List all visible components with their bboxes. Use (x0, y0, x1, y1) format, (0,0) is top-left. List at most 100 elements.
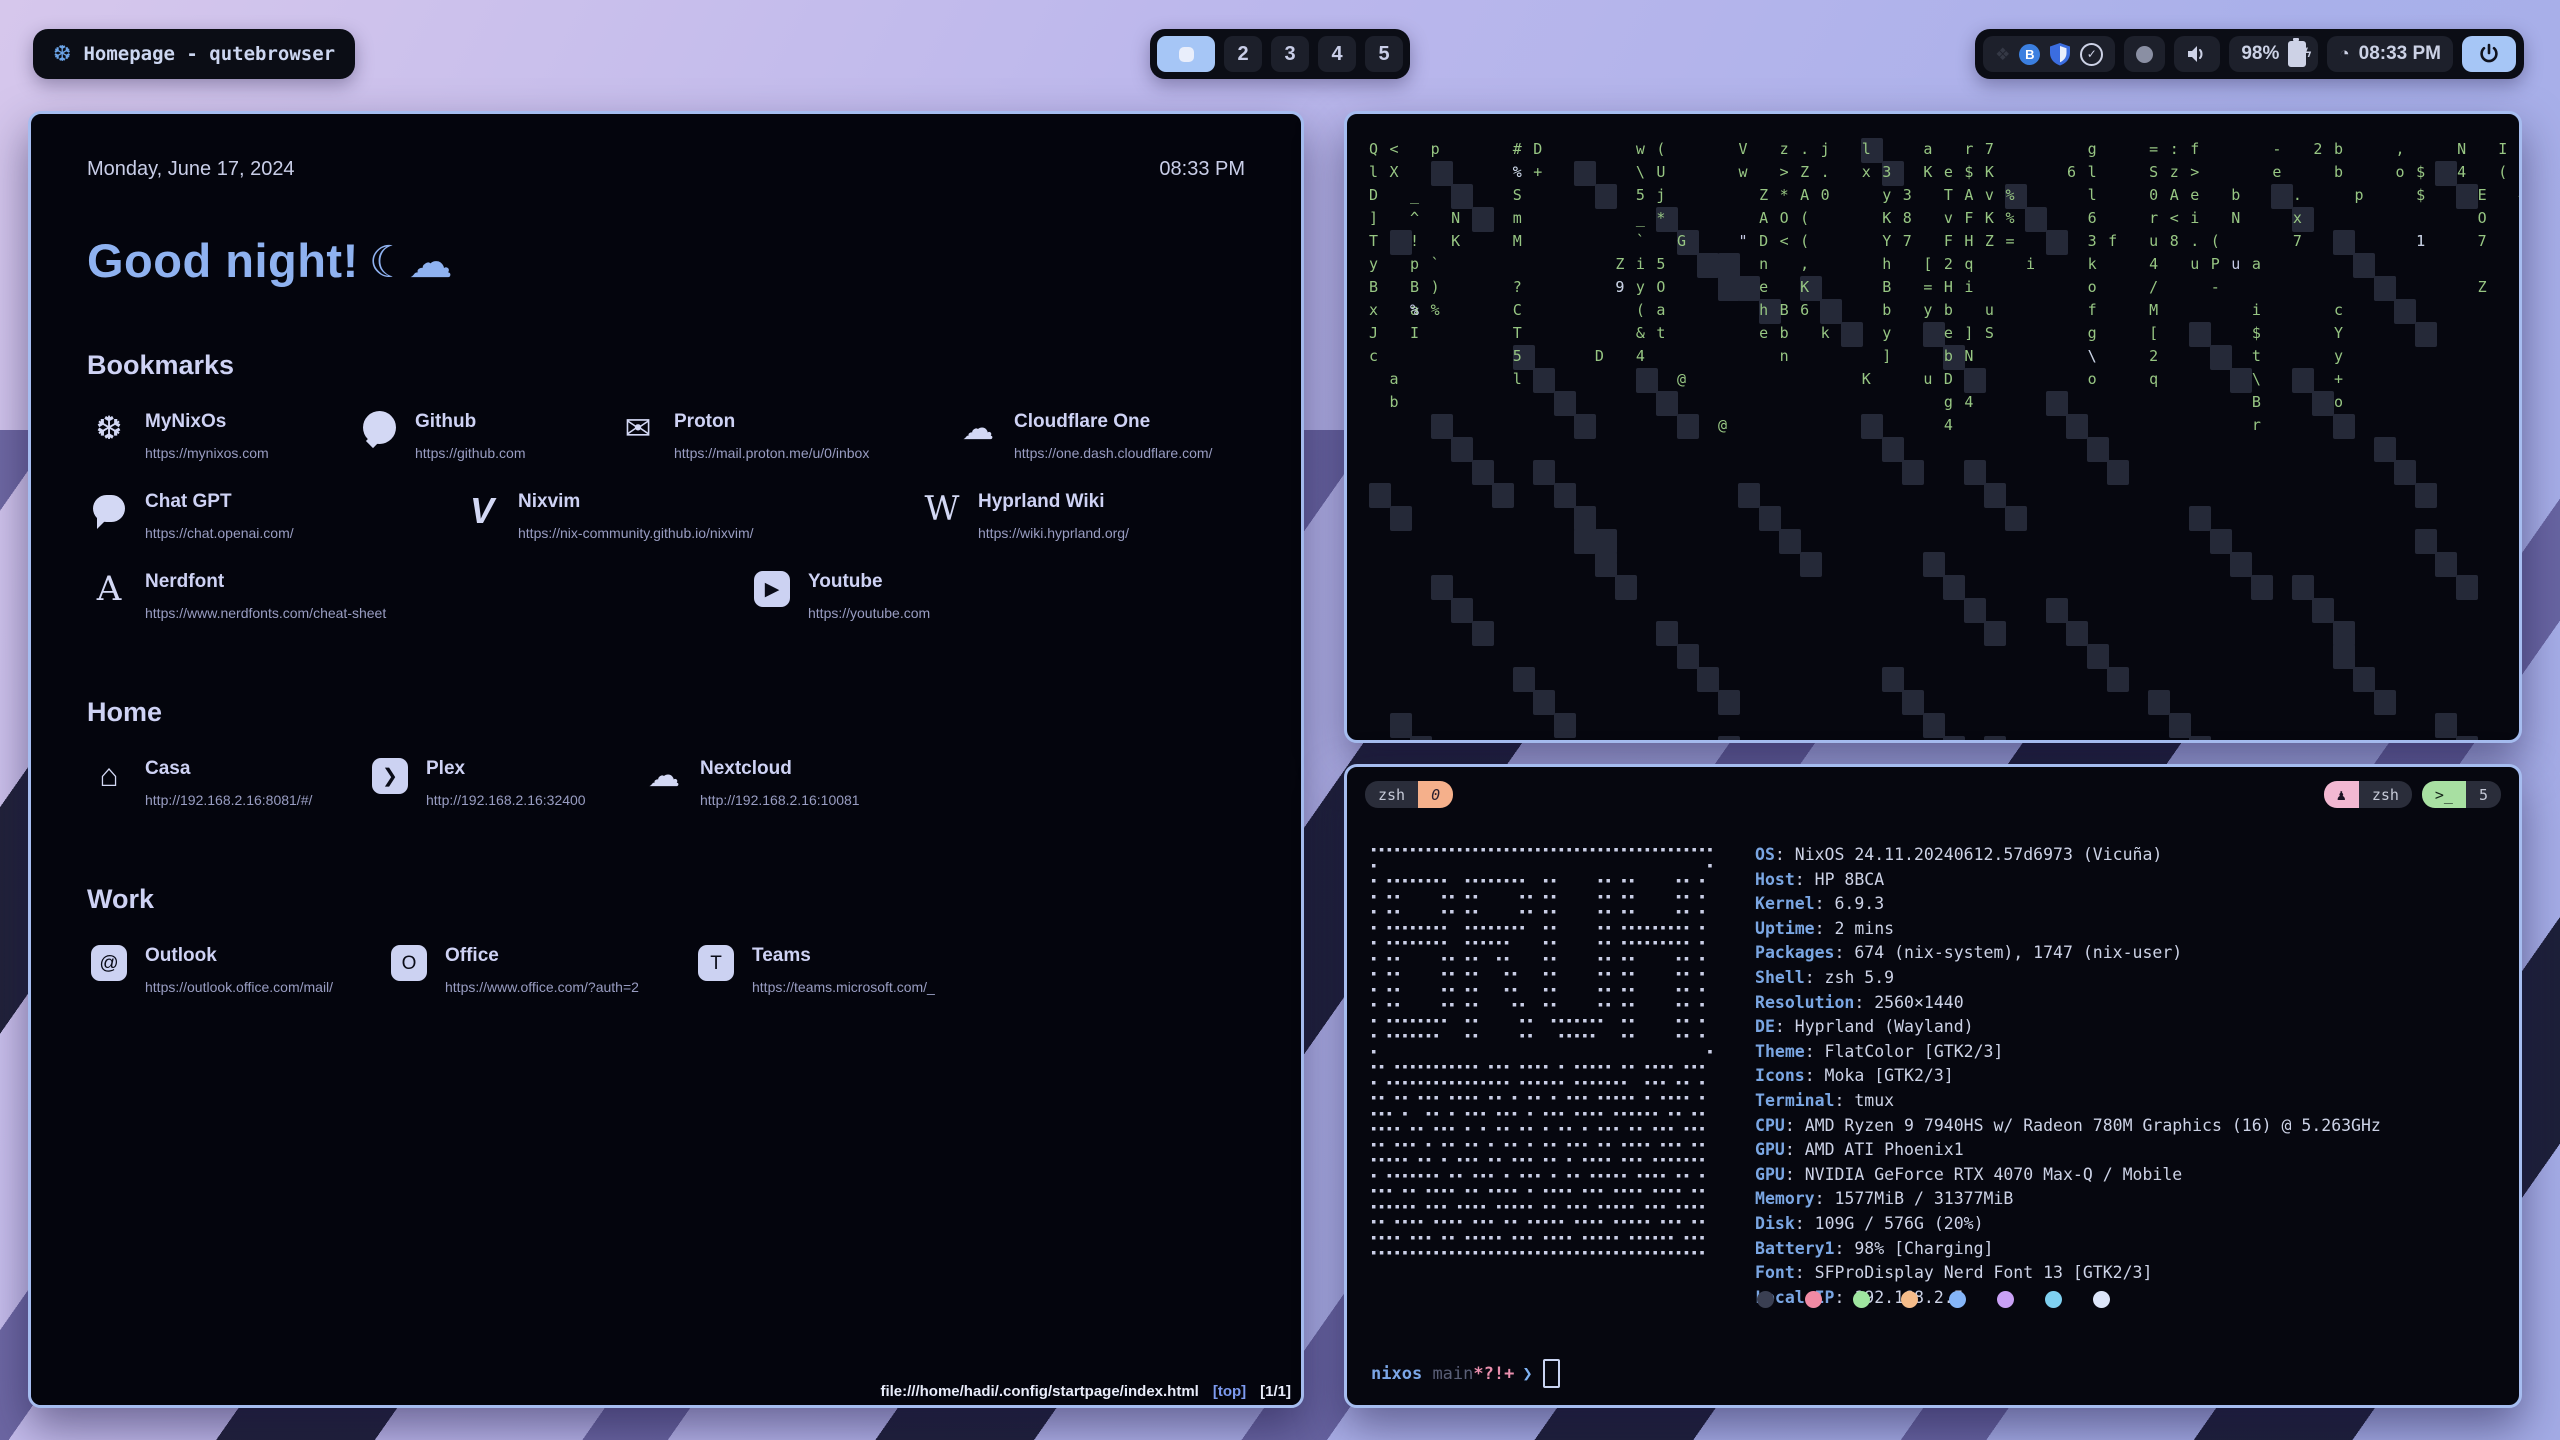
matrix-block (2169, 713, 2191, 738)
statusbar-mode: [top] (1213, 1383, 1246, 1400)
tmux-status-label: 5 (2466, 781, 2501, 808)
qutebrowser-statusbar: file:///home/hadi/.config/startpage/inde… (31, 1378, 1301, 1405)
bookmark-title: Outlook (145, 945, 333, 967)
clock-widget[interactable]: ◔ 08:33 PM (2327, 36, 2453, 72)
matrix-block (2374, 690, 2396, 715)
tmux-status-pill-zsh: ♟zsh (2324, 781, 2412, 808)
bookmark-title: Plex (426, 758, 586, 780)
bookmark-item[interactable]: VNixvimhttps://nix-community.github.io/n… (460, 491, 920, 541)
bluetooth-icon[interactable]: B (2019, 44, 2040, 65)
palette-dot (1997, 1291, 2014, 1308)
shell-prompt: nixos main*?!+ ❯ (1371, 1359, 1560, 1388)
bookmark-item[interactable]: Githubhttps://github.com (357, 411, 616, 461)
bookmark-url: http://192.168.2.16:8081/#/ (145, 792, 312, 808)
bookmark-item[interactable]: ✉Protonhttps://mail.proton.me/u/0/inbox (616, 411, 956, 461)
network-icon[interactable]: ❖ (1995, 46, 2010, 63)
matrix-block (2066, 621, 2088, 646)
battery-widget[interactable]: 98% ϟ (2229, 36, 2318, 72)
matrix-block (2456, 575, 2478, 600)
prompt-arrow-icon: ❯ (1522, 1364, 1532, 1384)
bookmark-item[interactable]: TTeamshttps://teams.microsoft.com/_ (694, 945, 994, 995)
startpage: Monday, June 17, 2024 08:33 PM Good nigh… (31, 114, 1301, 1405)
qutebrowser-window[interactable]: Monday, June 17, 2024 08:33 PM Good nigh… (28, 111, 1304, 1408)
workspace-button-4[interactable]: 4 (1318, 36, 1356, 72)
bookmark-url: https://www.office.com/?auth=2 (445, 979, 639, 995)
matrix-block (2251, 575, 2273, 600)
palette-dot (2045, 1291, 2062, 1308)
matrix-block (1902, 690, 1924, 715)
recorder-indicator[interactable] (2124, 36, 2165, 72)
greeting-text: Good night! (87, 234, 359, 287)
bookmark-item[interactable]: @Outlookhttps://outlook.office.com/mail/ (87, 945, 387, 995)
fetch-info-line: CPU: AMD Ryzen 9 7940HS w/ Radeon 780M G… (1755, 1114, 2381, 1139)
tmux-status-label: zsh (2359, 781, 2412, 808)
matrix-block (2005, 506, 2027, 531)
check-status-icon[interactable]: ✓ (2080, 43, 2103, 66)
fetch-terminal-window[interactable]: zsh 0 ♟zsh>_5 ▪▪▪▪▪▪▪▪▪▪▪▪▪▪▪▪▪▪▪▪▪▪▪▪▪▪… (1344, 764, 2522, 1408)
workspace-button-1[interactable] (1157, 36, 1215, 72)
bookmark-url: https://nix-community.github.io/nixvim/ (518, 525, 754, 541)
tmux-right-status: ♟zsh>_5 (2324, 781, 2501, 808)
casa-icon: ⌂ (87, 758, 131, 793)
startpage-date: Monday, June 17, 2024 (87, 158, 295, 181)
tmux-window-index: 0 (1418, 781, 1453, 808)
fetch-info-line: Terminal: tmux (1755, 1089, 2381, 1114)
fetch-info-line: Icons: Moka [GTK2/3] (1755, 1064, 2381, 1089)
bookmark-item[interactable]: ❯Plexhttp://192.168.2.16:32400 (368, 758, 642, 808)
bookmark-title: Nerdfont (145, 571, 386, 593)
workspace-button-5[interactable]: 5 (1365, 36, 1403, 72)
active-window-title-pill: ❆ Homepage - qutebrowser (33, 29, 355, 79)
matrix-block (1984, 483, 2006, 508)
fetch-info-line: Theme: FlatColor [GTK2/3] (1755, 1040, 2381, 1065)
prompt-host: nixos (1371, 1364, 1422, 1384)
moon-cloud-icon: ☾☁ (369, 238, 453, 287)
workspace-button-2[interactable]: 2 (1224, 36, 1262, 72)
bookmark-item[interactable]: ☁Cloudflare Onehttps://one.dash.cloudfla… (956, 411, 1236, 461)
bookmark-item[interactable]: OOfficehttps://www.office.com/?auth=2 (387, 945, 694, 995)
palette-dot (2093, 1291, 2110, 1308)
tray-icons-group: ❖ B ✓ (1983, 36, 2115, 72)
bookmark-item[interactable]: ANerdfonthttps://www.nerdfonts.com/cheat… (87, 571, 750, 621)
bookmark-item[interactable]: ❆MyNixOshttps://mynixos.com (87, 411, 357, 461)
fetch-info-line: Packages: 674 (nix-system), 1747 (nix-us… (1755, 941, 2381, 966)
section-title: Work (87, 884, 1245, 915)
workspace-button-3[interactable]: 3 (1271, 36, 1309, 72)
matrix-block (2435, 552, 2457, 577)
tmux-statusbar: zsh 0 ♟zsh>_5 (1365, 781, 2501, 808)
matrix-block (1964, 598, 1986, 623)
matrix-block (1943, 736, 1965, 743)
matrix-block (1656, 621, 1678, 646)
startpage-sections: Bookmarks❆MyNixOshttps://mynixos.comGith… (87, 350, 1245, 995)
charging-bolt-icon: ϟ (2304, 45, 2311, 60)
prompt-git-branch: main (1432, 1364, 1473, 1384)
nixos-logo-icon: ❆ (53, 41, 71, 67)
matrix-block (1533, 460, 1555, 485)
bookmark-item[interactable]: WHyprland Wikihttps://wiki.hyprland.org/ (920, 491, 1220, 541)
window-title: Homepage - qutebrowser (83, 43, 335, 65)
matrix-block (1492, 483, 1514, 508)
shield-vpn-icon[interactable] (2049, 42, 2071, 66)
volume-control[interactable] (2174, 36, 2220, 72)
matrix-block (1882, 667, 1904, 692)
fetch-info-line: Kernel: 6.9.3 (1755, 892, 2381, 917)
plex-icon: ❯ (368, 758, 412, 794)
bookmark-row: ANerdfonthttps://www.nerdfonts.com/cheat… (87, 571, 1245, 621)
matrix-block (1984, 621, 2006, 646)
bookmark-item[interactable]: Chat GPThttps://chat.openai.com/ (87, 491, 460, 541)
power-button[interactable] (2462, 36, 2516, 72)
bookmark-item[interactable]: ☁Nextcloudhttp://192.168.2.16:10081 (642, 758, 942, 808)
bookmark-item[interactable]: ⌂Casahttp://192.168.2.16:8081/#/ (87, 758, 368, 808)
matrix-block (2189, 736, 2211, 743)
tmux-session-pill[interactable]: zsh 0 (1365, 781, 1453, 808)
bookmark-item[interactable]: ▶Youtubehttps://youtube.com (750, 571, 1050, 621)
fetch-info-line: OS: NixOS 24.11.20240612.57d6973 (Vicuña… (1755, 843, 2381, 868)
greeting: Good night!☾☁ (87, 233, 1245, 288)
user-icon: ♟ (2324, 781, 2359, 808)
matrix-terminal-window[interactable]: Q< p #D w( V z.j l a r7 g =:f - 2b , N I… (1344, 111, 2522, 743)
matrix-block (1677, 644, 1699, 669)
matrix-block (1984, 736, 2006, 743)
matrix-block (1779, 529, 1801, 554)
record-dot-icon (2136, 46, 2153, 63)
terminal-cursor[interactable] (1543, 1359, 1560, 1388)
matrix-block (2415, 483, 2437, 508)
